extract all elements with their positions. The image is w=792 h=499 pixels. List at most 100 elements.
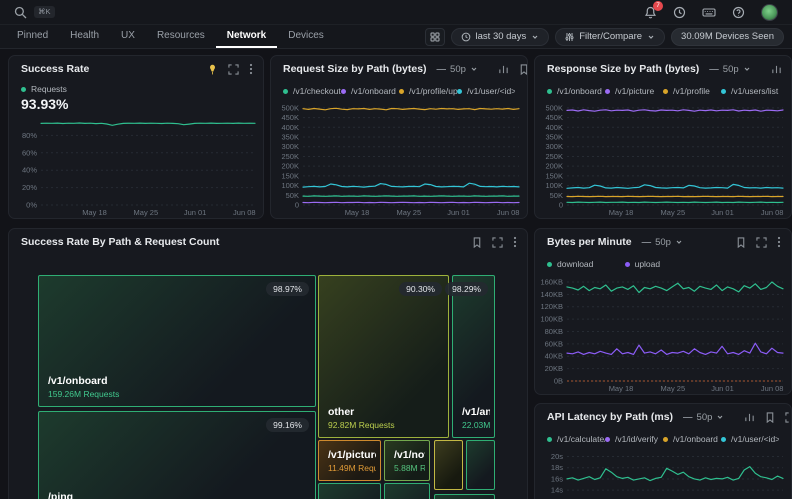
bookmark-button[interactable] bbox=[519, 64, 528, 75]
history-button[interactable] bbox=[673, 6, 686, 19]
svg-text:140KB: 140KB bbox=[540, 290, 563, 299]
treemap-tile-v1-picture[interactable]: /v1/picture11.49M Requests bbox=[318, 440, 381, 481]
kebab-menu-button[interactable] bbox=[777, 236, 781, 248]
legend-item[interactable]: /v1/id/verify bbox=[605, 434, 663, 444]
legend-item[interactable]: /v1/user/<id>/rem... bbox=[721, 434, 779, 444]
expand-button[interactable] bbox=[492, 237, 503, 248]
legend-label: /v1/id/verify bbox=[615, 434, 658, 444]
tab-resources[interactable]: Resources bbox=[146, 25, 216, 48]
legend-item[interactable]: /v1/calculate/eta bbox=[547, 434, 605, 444]
card-header: Response Size by Path (bytes) —50p bbox=[535, 56, 791, 82]
tile-label: /v1/notifi...5.88M Requ... bbox=[394, 449, 425, 473]
pin-icon bbox=[207, 64, 218, 75]
treemap-tile[interactable] bbox=[384, 483, 430, 499]
legend-item[interactable]: /v1/checkout bbox=[283, 86, 341, 96]
treemap-tile[interactable] bbox=[466, 440, 495, 490]
notifications-button[interactable]: 7 bbox=[644, 6, 657, 19]
treemap-tile-v1-notifi[interactable]: /v1/notifi...5.88M Requ... bbox=[384, 440, 430, 481]
legend-item[interactable]: /v1/profile bbox=[663, 86, 721, 96]
legend-label: Requests bbox=[31, 84, 67, 94]
explore-chart-button[interactable] bbox=[744, 412, 755, 423]
svg-text:20KB: 20KB bbox=[545, 364, 563, 373]
help-button[interactable] bbox=[732, 6, 745, 19]
expand-button[interactable] bbox=[785, 412, 792, 423]
svg-text:Jun 08: Jun 08 bbox=[761, 384, 784, 393]
success-rate-chart[interactable]: 0%20%40%60%80%May 18May 25Jun 01Jun 08 bbox=[9, 114, 263, 218]
treemap-tile-other[interactable]: 90.30%other92.82M Requests bbox=[318, 275, 449, 438]
legend-item[interactable]: /v1/onboard bbox=[547, 86, 605, 96]
svg-text:250K: 250K bbox=[545, 152, 563, 161]
percentile-select[interactable]: —50p bbox=[709, 64, 750, 75]
bytes-per-minute-chart[interactable]: 0B20KB40KB60KB80KB100KB120KB140KB160KBMa… bbox=[535, 273, 791, 394]
devices-seen-value: 30.09M Devices Seen bbox=[681, 31, 774, 42]
tile-request-count: 22.03M Re... bbox=[462, 420, 490, 430]
kebab-menu-button[interactable] bbox=[513, 236, 517, 248]
tab-devices[interactable]: Devices bbox=[277, 25, 335, 48]
svg-text:500K: 500K bbox=[545, 103, 563, 112]
tabbar: PinnedHealthUXResourcesNetworkDevices la… bbox=[0, 25, 792, 49]
svg-text:May 18: May 18 bbox=[345, 208, 370, 217]
treemap-tile-v1-onboard[interactable]: 98.97%/v1/onboard159.26M Requests bbox=[38, 275, 316, 407]
explore-chart-button[interactable] bbox=[771, 64, 782, 75]
request-size-chart[interactable]: 050K100K150K200K250K300K350K400K450K500K… bbox=[271, 100, 527, 218]
legend-item[interactable]: Requests bbox=[21, 84, 251, 94]
api-latency-chart[interactable]: 12s14s16s18s20sMay 18May 25Jun 01Jun 08 bbox=[535, 448, 791, 499]
treemap-tile-ping[interactable]: 99.16%/ping bbox=[38, 411, 316, 499]
bookmark-button[interactable] bbox=[472, 237, 482, 248]
legend-dot bbox=[625, 262, 630, 267]
tab-ux[interactable]: UX bbox=[110, 25, 146, 48]
tab-pinned[interactable]: Pinned bbox=[6, 25, 59, 48]
layout-grid-button[interactable] bbox=[425, 28, 445, 46]
tile-label: /ping bbox=[48, 491, 311, 499]
svg-text:450K: 450K bbox=[545, 113, 563, 122]
kebab-menu-button[interactable] bbox=[249, 63, 253, 75]
bookmark-button[interactable] bbox=[765, 412, 775, 423]
treemap-tile[interactable] bbox=[434, 440, 463, 490]
card-header: API Latency by Path (ms) —50p bbox=[535, 404, 791, 430]
legend-item[interactable]: /v1/picture bbox=[605, 86, 663, 96]
success-rate-badge: 98.29% bbox=[445, 282, 488, 296]
svg-text:400K: 400K bbox=[281, 123, 299, 132]
percentile-select[interactable]: —50p bbox=[437, 64, 478, 75]
legend-item[interactable]: /v1/users/list bbox=[721, 86, 779, 96]
legend-item[interactable]: /v1/onboard bbox=[663, 434, 721, 444]
svg-text:80%: 80% bbox=[22, 131, 37, 140]
user-avatar[interactable] bbox=[761, 4, 778, 21]
percentile-select[interactable]: —50p bbox=[642, 237, 683, 248]
tab-network[interactable]: Network bbox=[216, 25, 277, 48]
legend-label: /v1/users/list bbox=[731, 86, 778, 96]
treemap-tile[interactable] bbox=[318, 483, 381, 499]
treemap-tile-v1-ana[interactable]: 98.29%/v1/ana...22.03M Re... bbox=[452, 275, 495, 438]
legend-item[interactable]: upload bbox=[625, 259, 703, 269]
pin-button[interactable] bbox=[207, 64, 218, 75]
treemap-tile[interactable] bbox=[434, 494, 495, 499]
legend-item[interactable]: /v1/onboard bbox=[341, 86, 399, 96]
card-title: Request Size by Path (bytes) bbox=[283, 63, 427, 75]
svg-text:May 25: May 25 bbox=[661, 384, 686, 393]
legend-item[interactable]: download bbox=[547, 259, 625, 269]
line-chart-canvas: 050K100K150K200K250K300K350K400K450K500K… bbox=[271, 100, 527, 218]
chevron-down-icon bbox=[531, 33, 539, 41]
chevron-down-icon bbox=[675, 238, 683, 246]
legend-item[interactable]: /v1/user/<id>/profile bbox=[457, 86, 515, 96]
expand-button[interactable] bbox=[228, 64, 239, 75]
tile-path: /v1/onboard bbox=[48, 375, 311, 387]
filter-compare-button[interactable]: Filter/Compare bbox=[555, 28, 665, 46]
time-range-select[interactable]: last 30 days bbox=[451, 28, 550, 46]
legend-item[interactable]: /v1/profile/upload bbox=[399, 86, 457, 96]
bookmark-button[interactable] bbox=[736, 237, 746, 248]
tab-health[interactable]: Health bbox=[59, 25, 110, 48]
percentile-select[interactable]: —50p bbox=[683, 412, 724, 423]
card-request-size: Request Size by Path (bytes) —50p /v1/ch… bbox=[270, 55, 528, 219]
response-size-chart[interactable]: 050K100K150K200K250K300K350K400K450K500K… bbox=[535, 100, 791, 218]
tile-label: /v1/ana...22.03M Re... bbox=[462, 406, 490, 430]
line-chart-canvas: 0B20KB40KB60KB80KB100KB120KB140KB160KBMa… bbox=[535, 273, 791, 394]
keyboard-shortcuts-button[interactable] bbox=[702, 6, 716, 19]
expand-button[interactable] bbox=[756, 237, 767, 248]
explore-chart-button[interactable] bbox=[498, 64, 509, 75]
bookmark-icon bbox=[519, 64, 528, 75]
devices-seen-button[interactable]: 30.09M Devices Seen bbox=[671, 28, 784, 46]
svg-text:300K: 300K bbox=[545, 142, 563, 151]
global-search[interactable]: ⌘K bbox=[14, 6, 55, 19]
svg-text:250K: 250K bbox=[281, 152, 299, 161]
